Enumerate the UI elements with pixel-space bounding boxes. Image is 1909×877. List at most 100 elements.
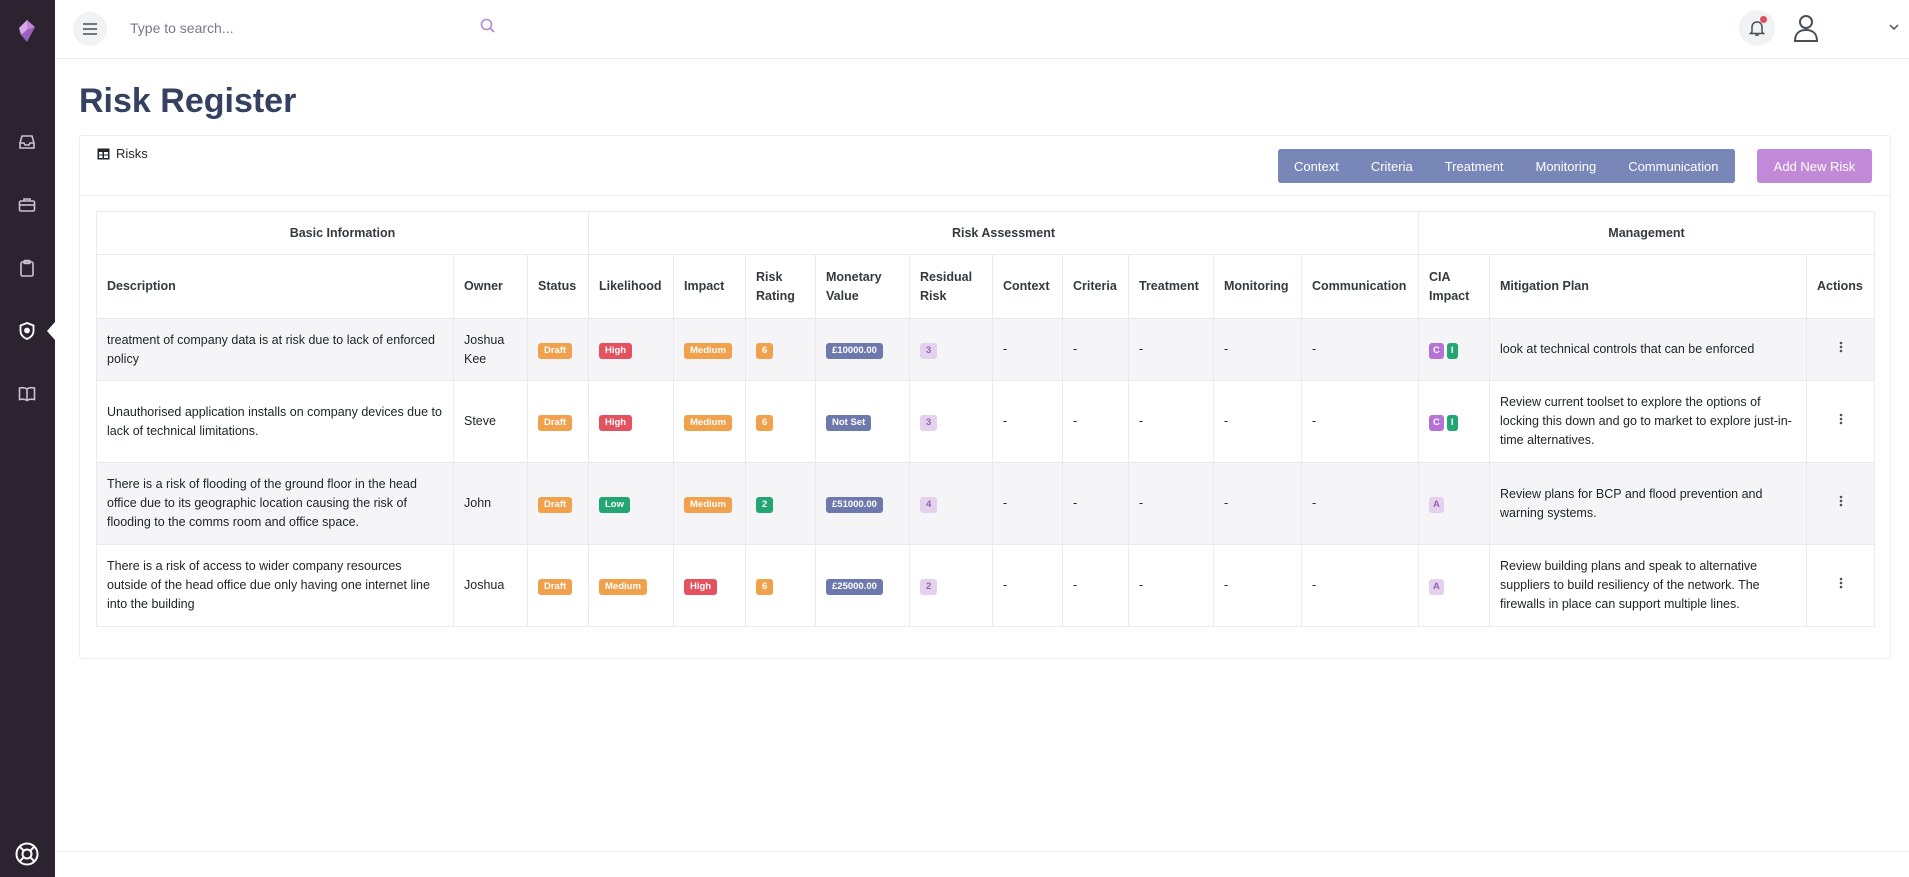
table-row[interactable]: treatment of company data is at risk due… bbox=[96, 318, 1875, 381]
dots-vertical-icon[interactable] bbox=[1834, 494, 1848, 508]
cell-cia-impact: A bbox=[1418, 544, 1490, 627]
status-badge: Draft bbox=[538, 497, 573, 513]
likelihood-badge: Low bbox=[599, 497, 630, 513]
cell-treatment: - bbox=[1128, 380, 1214, 463]
col-status[interactable]: Status bbox=[527, 254, 589, 319]
cell-description: There is a risk of flooding of the groun… bbox=[96, 462, 454, 545]
top-header bbox=[55, 0, 1909, 59]
cell-likelihood: High bbox=[588, 318, 674, 381]
notifications-button[interactable] bbox=[1739, 10, 1775, 46]
col-cia-impact[interactable]: CIA Impact bbox=[1418, 254, 1490, 319]
col-monetary-line2: Value bbox=[826, 288, 859, 303]
cia-badge: A bbox=[1429, 497, 1444, 513]
risk-rating-badge: 2 bbox=[756, 497, 774, 513]
cell-monetary-value: Not Set bbox=[815, 380, 910, 463]
col-actions: Actions bbox=[1806, 254, 1875, 319]
col-context[interactable]: Context bbox=[992, 254, 1063, 319]
col-treatment[interactable]: Treatment bbox=[1128, 254, 1214, 319]
cell-actions bbox=[1806, 318, 1875, 381]
table-icon bbox=[97, 148, 110, 159]
cell-communication: - bbox=[1301, 544, 1419, 627]
lifebuoy-icon[interactable] bbox=[13, 840, 41, 868]
cia-badge: I bbox=[1446, 415, 1458, 431]
cell-monitoring: - bbox=[1213, 462, 1302, 545]
status-badge: Draft bbox=[538, 415, 573, 431]
cell-owner: John bbox=[453, 462, 528, 545]
col-owner[interactable]: Owner bbox=[453, 254, 528, 319]
group-basic-information: Basic Information bbox=[96, 211, 589, 255]
user-icon[interactable] bbox=[1790, 12, 1822, 44]
col-criteria[interactable]: Criteria bbox=[1062, 254, 1129, 319]
table-row[interactable]: Unauthorised application installs on com… bbox=[96, 380, 1875, 463]
treatment-button[interactable]: Treatment bbox=[1428, 149, 1520, 183]
cell-treatment: - bbox=[1128, 318, 1214, 381]
col-communication[interactable]: Communication bbox=[1301, 254, 1419, 319]
col-residual-risk[interactable]: Residual Risk bbox=[909, 254, 993, 319]
cell-criteria: - bbox=[1062, 544, 1129, 627]
cell-monitoring: - bbox=[1213, 318, 1302, 381]
col-mitigation-plan[interactable]: Mitigation Plan bbox=[1489, 254, 1807, 319]
cell-description: Unauthorised application installs on com… bbox=[96, 380, 454, 463]
likelihood-badge: Medium bbox=[599, 579, 647, 595]
cell-monitoring: - bbox=[1213, 544, 1302, 627]
active-indicator bbox=[47, 322, 55, 340]
monetary-value-badge: Not Set bbox=[826, 415, 872, 431]
dots-vertical-icon[interactable] bbox=[1834, 340, 1848, 354]
cell-monitoring: - bbox=[1213, 380, 1302, 463]
residual-risk-badge: 4 bbox=[920, 497, 938, 513]
col-monetary-value[interactable]: Monetary Value bbox=[815, 254, 910, 319]
impact-badge: Medium bbox=[684, 497, 732, 513]
col-residual-line2: Risk bbox=[920, 288, 947, 303]
inbox-icon[interactable] bbox=[13, 128, 41, 156]
col-likelihood[interactable]: Likelihood bbox=[588, 254, 674, 319]
cell-communication: - bbox=[1301, 380, 1419, 463]
table-row[interactable]: There is a risk of flooding of the groun… bbox=[96, 462, 1875, 545]
chevron-down-icon[interactable] bbox=[1888, 21, 1900, 33]
cell-status: Draft bbox=[527, 318, 589, 381]
cell-status: Draft bbox=[527, 462, 589, 545]
risk-table: Basic Information Risk Assessment Manage… bbox=[96, 211, 1875, 627]
table-row[interactable]: There is a risk of access to wider compa… bbox=[96, 544, 1875, 627]
search-icon[interactable] bbox=[479, 17, 497, 35]
status-badge: Draft bbox=[538, 343, 573, 359]
cell-criteria: - bbox=[1062, 318, 1129, 381]
dots-vertical-icon[interactable] bbox=[1834, 576, 1848, 590]
search-input[interactable] bbox=[119, 14, 499, 42]
cell-cia-impact: CI bbox=[1418, 380, 1490, 463]
cell-actions bbox=[1806, 544, 1875, 627]
col-monitoring[interactable]: Monitoring bbox=[1213, 254, 1302, 319]
briefcase-icon[interactable] bbox=[13, 191, 41, 219]
cell-residual-risk: 4 bbox=[909, 462, 993, 545]
dots-vertical-icon[interactable] bbox=[1834, 412, 1848, 426]
col-impact[interactable]: Impact bbox=[673, 254, 746, 319]
cell-impact: Medium bbox=[673, 318, 746, 381]
cell-actions bbox=[1806, 462, 1875, 545]
col-description[interactable]: Description bbox=[96, 254, 454, 319]
col-risk-rating[interactable]: Risk Rating bbox=[745, 254, 816, 319]
communication-button[interactable]: Communication bbox=[1612, 149, 1735, 183]
cia-badge: I bbox=[1446, 343, 1458, 359]
menu-button[interactable] bbox=[73, 12, 107, 46]
section-button-group: Context Criteria Treatment Monitoring Co… bbox=[1278, 149, 1735, 183]
add-new-risk-button[interactable]: Add New Risk bbox=[1757, 149, 1872, 183]
cell-context: - bbox=[992, 544, 1063, 627]
book-icon[interactable] bbox=[13, 380, 41, 408]
criteria-button[interactable]: Criteria bbox=[1354, 149, 1429, 183]
risks-card: Risks Context Criteria Treatment Monitor… bbox=[79, 135, 1891, 659]
context-button[interactable]: Context bbox=[1278, 149, 1355, 183]
cia-badge: C bbox=[1429, 343, 1444, 359]
cell-context: - bbox=[992, 462, 1063, 545]
cell-risk-rating: 6 bbox=[745, 380, 816, 463]
sidebar bbox=[0, 0, 55, 877]
cell-residual-risk: 2 bbox=[909, 544, 993, 627]
cell-owner: Steve bbox=[453, 380, 528, 463]
shield-icon[interactable] bbox=[13, 317, 41, 345]
logo-icon[interactable] bbox=[14, 18, 40, 44]
cell-impact: Medium bbox=[673, 462, 746, 545]
monitoring-button[interactable]: Monitoring bbox=[1519, 149, 1613, 183]
residual-risk-badge: 2 bbox=[920, 579, 938, 595]
likelihood-badge: High bbox=[599, 343, 633, 359]
clipboard-icon[interactable] bbox=[13, 254, 41, 282]
impact-badge: Medium bbox=[684, 415, 732, 431]
cell-mitigation-plan: look at technical controls that can be e… bbox=[1489, 318, 1807, 381]
